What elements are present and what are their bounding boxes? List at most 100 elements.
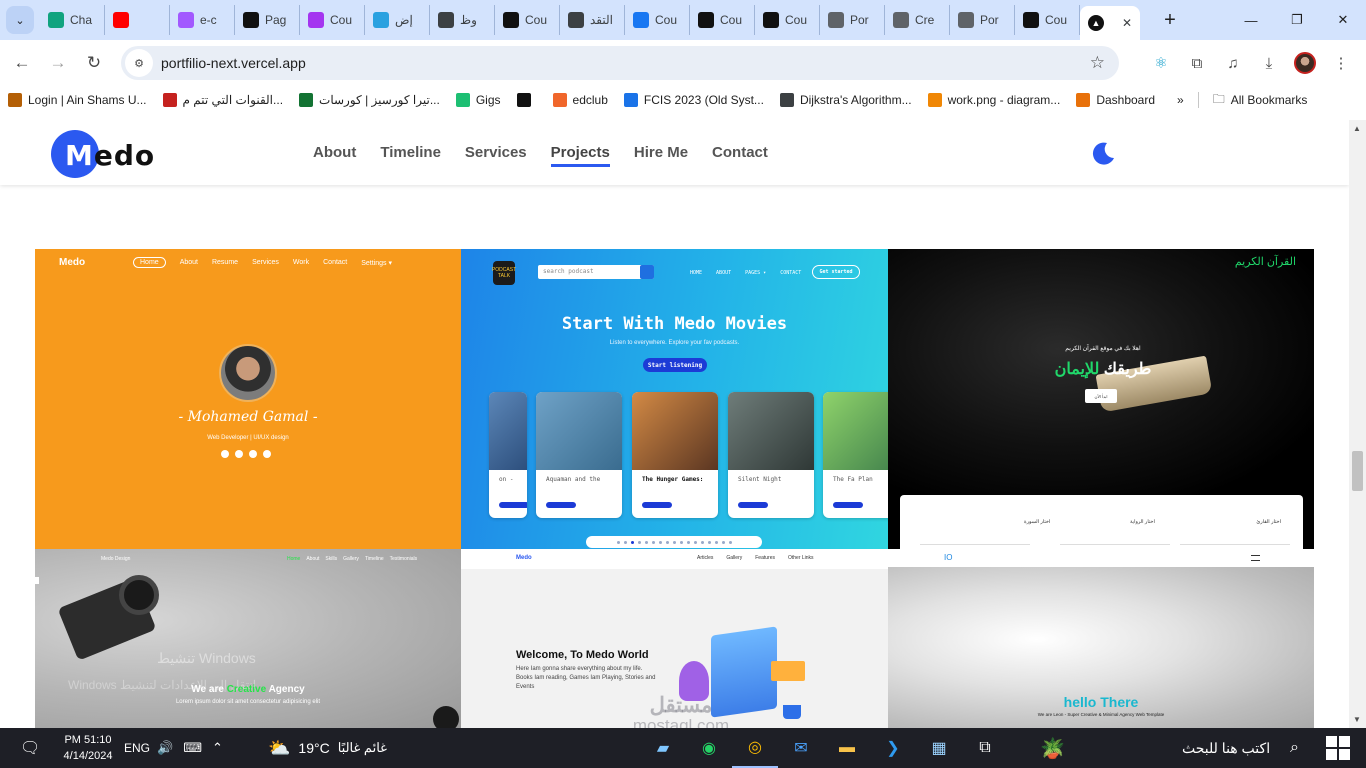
- nav-link-services[interactable]: Services: [465, 144, 527, 167]
- language-indicator[interactable]: ENG: [124, 728, 150, 768]
- url-text[interactable]: portfilio-next.vercel.app: [161, 55, 306, 71]
- bookmark-item[interactable]: القنوات التي تتم م...: [155, 86, 292, 114]
- chat-bubble-icon: 🗨: [20, 740, 41, 757]
- browser-tab[interactable]: التقد: [560, 5, 625, 35]
- scroll-down-icon[interactable]: ▼: [1353, 715, 1361, 724]
- project-card-design[interactable]: Medo Design Home About Skills Gallery Timeli…: [35, 549, 461, 728]
- browser-tab[interactable]: وظ: [430, 5, 495, 35]
- nav-link-timeline[interactable]: Timeline: [380, 144, 441, 167]
- minimize-button[interactable]: —: [1228, 0, 1274, 40]
- bookmark-item[interactable]: edclub: [545, 86, 616, 114]
- project-card-world[interactable]: Medo Articles Gallery Features Other Links …: [461, 549, 888, 728]
- browser-tab[interactable]: Por: [820, 5, 885, 35]
- browser-tab[interactable]: e-c: [170, 5, 235, 35]
- taskbar-search[interactable]: اكتب هنا للبحث: [1182, 740, 1270, 757]
- nav-link-contact[interactable]: Contact: [712, 144, 768, 167]
- notifications-button[interactable]: 🗨: [20, 728, 40, 768]
- all-bookmarks-button[interactable]: 🗀 All Bookmarks: [1205, 86, 1316, 114]
- project-card-movies[interactable]: PODCAST TALK search podcast HOME ABOUT PAG…: [461, 249, 888, 549]
- tab-title: Cou: [525, 13, 548, 27]
- speaker-icon[interactable]: 🔊: [157, 740, 173, 756]
- restore-button[interactable]: ❐: [1274, 0, 1320, 40]
- scrollbar-thumb[interactable]: [1352, 451, 1363, 491]
- browser-tab[interactable]: Cou: [690, 5, 755, 35]
- clock[interactable]: PM 51:10 4/14/2024: [58, 728, 118, 768]
- bookmark-item[interactable]: Gigs: [448, 86, 509, 114]
- bookmarks-overflow-button[interactable]: »: [1169, 86, 1192, 114]
- chevron-up-icon[interactable]: ⌃: [212, 740, 223, 756]
- browser-tab[interactable]: Pag: [235, 5, 300, 35]
- browser-tab[interactable]: [105, 5, 170, 35]
- extensions-button[interactable]: ⧉: [1180, 46, 1214, 80]
- nav-link-hire-me[interactable]: Hire Me: [634, 144, 688, 167]
- browser-tab[interactable]: Cou: [1015, 5, 1080, 35]
- close-window-button[interactable]: ✕: [1320, 0, 1366, 40]
- profile-button[interactable]: [1288, 46, 1322, 80]
- scroll-up-icon[interactable]: ▲: [1353, 124, 1361, 133]
- react-devtools-extension-button[interactable]: ⚛: [1144, 46, 1178, 80]
- close-icon[interactable]: ✕: [1122, 16, 1132, 30]
- browser-tab[interactable]: Cou: [300, 5, 365, 35]
- taskbar-app-chrome[interactable]: ◎: [732, 728, 778, 768]
- browser-tab[interactable]: إض: [365, 5, 430, 35]
- task-view-button[interactable]: ⧉: [962, 728, 1008, 768]
- movie-card: The Fa Plan: [823, 392, 888, 518]
- browser-tab[interactable]: Cha: [40, 5, 105, 35]
- nav-link-about[interactable]: About: [313, 144, 356, 167]
- browser-tab[interactable]: Cre: [885, 5, 950, 35]
- keyboard-icon[interactable]: ⌨: [183, 740, 202, 756]
- taskbar-app-store[interactable]: ▦: [916, 728, 962, 768]
- browser-tab[interactable]: Por: [950, 5, 1015, 35]
- bookmark-item[interactable]: Login | Ain Shams U...: [0, 86, 155, 114]
- weather-widget[interactable]: ⛅ 19°C غائم غالبًا: [268, 728, 387, 768]
- world-brand: Medo: [516, 555, 532, 561]
- taskbar-app-mail[interactable]: ✉: [778, 728, 824, 768]
- site-info-button[interactable]: ⚙: [125, 49, 153, 77]
- vercel-icon: [958, 12, 974, 28]
- browser-tab[interactable]: Cou: [755, 5, 820, 35]
- back-button[interactable]: ←: [4, 45, 40, 81]
- bookmark-star-icon[interactable]: ☆: [1090, 53, 1105, 73]
- downloads-button[interactable]: ⤓: [1252, 46, 1286, 80]
- bookmark-item[interactable]: تيرا كورسيز | كورسات...: [291, 86, 448, 114]
- browser-tab[interactable]: Cou: [625, 5, 690, 35]
- new-tab-button[interactable]: +: [1156, 6, 1184, 34]
- tab-search-button[interactable]: ⌄: [6, 6, 34, 34]
- briefcase-icon: [568, 12, 584, 28]
- address-bar[interactable]: ⚙ portfilio-next.vercel.app ☆: [121, 46, 1119, 80]
- facebook-icon: [221, 450, 229, 458]
- forward-button[interactable]: →: [40, 45, 76, 81]
- site-logo[interactable]: Medo: [51, 130, 154, 178]
- flowerpot-icon: 🪴: [1040, 737, 1065, 760]
- taskbar-apps: ▰ ◉ ◎ ✉ ▬ ❯ ▦ ⧉: [640, 728, 1008, 768]
- bookmark-item[interactable]: Dashboard: [1068, 86, 1163, 114]
- browser-tab-active[interactable]: ▲ ✕: [1080, 6, 1140, 40]
- browser-tab[interactable]: Cou: [495, 5, 560, 35]
- search-icon[interactable]: ⌕: [1290, 728, 1299, 768]
- bookmark-item[interactable]: FCIS 2023 (Old Syst...: [616, 86, 772, 114]
- nav-link-projects[interactable]: Projects: [550, 144, 610, 167]
- movie-poster: [823, 392, 888, 470]
- reload-button[interactable]: ↻: [76, 45, 112, 81]
- taskbar-app-vscode[interactable]: ❯: [870, 728, 916, 768]
- project-card-quran[interactable]: القرآن الكريم اهلا بك في موقع القرآن الك…: [888, 249, 1314, 549]
- taskbar-app-explorer[interactable]: ▬: [824, 728, 870, 768]
- bookmark-item[interactable]: [509, 86, 545, 114]
- bookmark-item[interactable]: work.png - diagram...: [920, 86, 1069, 114]
- project-card-portfolio[interactable]: Medo Home About Resume Services Work Contact S…: [35, 249, 461, 549]
- media-control-button[interactable]: ♫: [1216, 46, 1250, 80]
- start-button[interactable]: [1326, 736, 1350, 760]
- design-link: Home: [287, 556, 301, 562]
- portfolio-link: Resume: [211, 259, 239, 266]
- page-scrollbar[interactable]: ▲ ▼: [1349, 120, 1366, 728]
- carousel-dot: [686, 540, 690, 544]
- bookmark-label: القنوات التي تتم م...: [182, 93, 284, 107]
- quran-title: طريقك للإيمان: [1028, 359, 1178, 379]
- project-card-agency[interactable]: IO hello There We are Leon - Super Creat…: [888, 549, 1314, 728]
- taskbar-app-paint[interactable]: ▰: [640, 728, 686, 768]
- menu-button[interactable]: ⋮: [1324, 46, 1358, 80]
- dark-mode-toggle-moon-icon[interactable]: [1090, 140, 1116, 166]
- bookmark-item[interactable]: Dijkstra's Algorithm...: [772, 86, 920, 114]
- taskbar-app-whatsapp[interactable]: ◉: [686, 728, 732, 768]
- download-icon: ⤓: [1265, 54, 1273, 72]
